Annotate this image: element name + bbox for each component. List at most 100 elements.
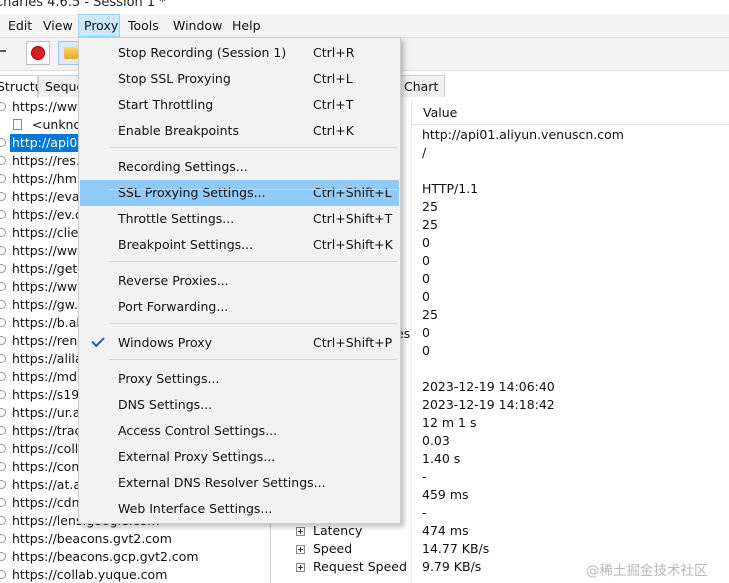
menu-item-label: Throttle Settings... (118, 211, 235, 226)
menu-item-reverse-proxies[interactable]: Reverse Proxies... (80, 268, 399, 294)
tree-row-label: https://ren (12, 333, 78, 348)
tree-row-label: https://www (12, 243, 88, 258)
expand-node-icon[interactable] (0, 300, 6, 309)
menu-edit[interactable]: Edit (3, 14, 37, 37)
menu-item-windows-proxy[interactable]: Windows Proxy Ctrl+Shift+P (80, 330, 399, 356)
menu-item-start-throttling[interactable]: Start Throttling Ctrl+T (80, 92, 399, 118)
tree-row-label: https://www (12, 279, 88, 294)
menu-item-external-dns-resolver-settings[interactable]: External DNS Resolver Settings... (80, 470, 399, 496)
property-value: - (422, 469, 427, 484)
tree-row-label: https://colle (12, 441, 86, 456)
expand-node-icon[interactable] (0, 138, 6, 147)
tree-row-label: https://s19. (12, 387, 84, 402)
menu-item-shortcut: Ctrl+Shift+L (313, 185, 392, 200)
menu-window[interactable]: Window (168, 14, 227, 37)
property-value: 0 (422, 271, 430, 286)
menu-view[interactable]: View (38, 14, 78, 37)
menu-item-shortcut: Ctrl+L (313, 71, 353, 86)
menu-item-label: Start Throttling (118, 97, 214, 112)
menu-item-throttle-settings[interactable]: Throttle Settings... Ctrl+Shift+T (80, 206, 399, 232)
expand-node-icon[interactable] (0, 192, 6, 201)
expand-node-icon[interactable] (0, 102, 6, 111)
expand-node-icon[interactable] (0, 408, 6, 417)
tree-row-label: https://collab.yuque.com (12, 567, 168, 582)
document-icon (13, 119, 22, 130)
property-value: 0.03 (422, 433, 450, 448)
tree-row-label: https://alila (12, 351, 83, 366)
menu-item-recording-settings[interactable]: Recording Settings... (80, 154, 399, 180)
tree-row-label: https://cont (12, 459, 85, 474)
property-value: HTTP/1.1 (422, 181, 479, 196)
menu-item-label: SSL Proxying Settings... (118, 185, 266, 200)
tree-row-label: https://www (12, 99, 88, 114)
menu-help[interactable]: Help (227, 14, 266, 37)
menu-item-stop-recording[interactable]: Stop Recording (Session 1) Ctrl+R (80, 40, 399, 66)
watermark: @稀土掘金技术社区 (586, 563, 708, 579)
menu-tools[interactable]: Tools (123, 14, 164, 37)
expand-node-icon[interactable] (0, 534, 6, 543)
expand-node-icon[interactable] (0, 552, 6, 561)
toolbar-arrow-icon (0, 50, 6, 52)
tab-structure[interactable]: Structure (0, 75, 55, 98)
expand-node-icon[interactable] (0, 336, 6, 345)
expand-node-icon[interactable] (0, 210, 6, 219)
tree-row-label: https://ev.c (12, 207, 82, 222)
expand-node-icon[interactable] (0, 570, 6, 579)
menu-proxy[interactable]: Proxy (78, 14, 120, 37)
property-value: 0 (422, 253, 430, 268)
expand-node-icon[interactable] (0, 390, 6, 399)
expand-node-icon[interactable] (0, 282, 6, 291)
expand-node-icon[interactable] (0, 156, 6, 165)
tree-row-label: https://trac (12, 423, 82, 438)
menu-item-breakpoint-settings[interactable]: Breakpoint Settings... Ctrl+Shift+K (80, 232, 399, 258)
tree-row-label: https://hm. (12, 171, 81, 186)
property-value: 12 m 1 s (422, 415, 477, 430)
menu-item-external-proxy-settings[interactable]: External Proxy Settings... (80, 444, 399, 470)
expand-node-icon[interactable] (0, 480, 6, 489)
tab-chart[interactable]: Chart (397, 75, 445, 97)
menu-item-web-interface-settings[interactable]: Web Interface Settings... (80, 496, 399, 522)
expand-node-icon[interactable] (0, 498, 6, 507)
tree-row-label: https://b.ali (12, 315, 84, 330)
menu-item-label: External Proxy Settings... (118, 449, 276, 464)
expand-node-icon[interactable] (0, 516, 6, 525)
expand-node-icon[interactable] (0, 444, 6, 453)
property-latency: Latency (313, 523, 363, 538)
expand-node-icon[interactable] (0, 372, 6, 381)
value-column-header[interactable]: Value (411, 100, 729, 125)
expand-node-icon[interactable] (0, 246, 6, 255)
property-value: 0 (422, 235, 430, 250)
menu-item-shortcut: Ctrl+K (313, 123, 354, 138)
expand-node-icon[interactable] (0, 318, 6, 327)
property-value: 0 (422, 325, 430, 340)
property-value: 459 ms (422, 487, 469, 502)
property-value: 14.77 KB/s (422, 541, 490, 556)
expand-latency-icon[interactable] (296, 527, 305, 536)
record-button[interactable] (26, 41, 50, 65)
expand-request-speed-icon[interactable] (296, 563, 305, 572)
menu-item-label: Access Control Settings... (118, 423, 278, 438)
menu-item-shortcut: Ctrl+Shift+T (313, 211, 393, 226)
menu-item-port-forwarding[interactable]: Port Forwarding... (80, 294, 399, 320)
expand-node-icon[interactable] (0, 426, 6, 435)
menu-item-label: Proxy Settings... (118, 371, 220, 386)
menu-separator (109, 359, 397, 360)
expand-speed-icon[interactable] (296, 545, 305, 554)
expand-node-icon[interactable] (0, 354, 6, 363)
menu-item-enable-breakpoints[interactable]: Enable Breakpoints Ctrl+K (80, 118, 399, 144)
menu-item-ssl-proxying-settings[interactable]: SSL Proxying Settings... Ctrl+Shift+L (80, 180, 399, 206)
menu-item-access-control-settings[interactable]: Access Control Settings... (80, 418, 399, 444)
expand-node-icon[interactable] (0, 174, 6, 183)
expand-node-icon[interactable] (0, 462, 6, 471)
menu-item-stop-ssl-proxying[interactable]: Stop SSL Proxying Ctrl+L (80, 66, 399, 92)
menu-item-label: Reverse Proxies... (118, 273, 229, 288)
menu-item-proxy-settings[interactable]: Proxy Settings... (80, 366, 399, 392)
tree-row-label: https://at.al (12, 477, 85, 492)
property-value: http://api01.aliyun.venuscn.com (422, 127, 624, 142)
expand-node-icon[interactable] (0, 264, 6, 273)
expand-node-icon[interactable] (0, 228, 6, 237)
menu-item-dns-settings[interactable]: DNS Settings... (80, 392, 399, 418)
menu-item-label: Stop Recording (Session 1) (118, 45, 287, 60)
menu-item-label: External DNS Resolver Settings... (118, 475, 326, 490)
property-value: 0 (422, 289, 430, 304)
